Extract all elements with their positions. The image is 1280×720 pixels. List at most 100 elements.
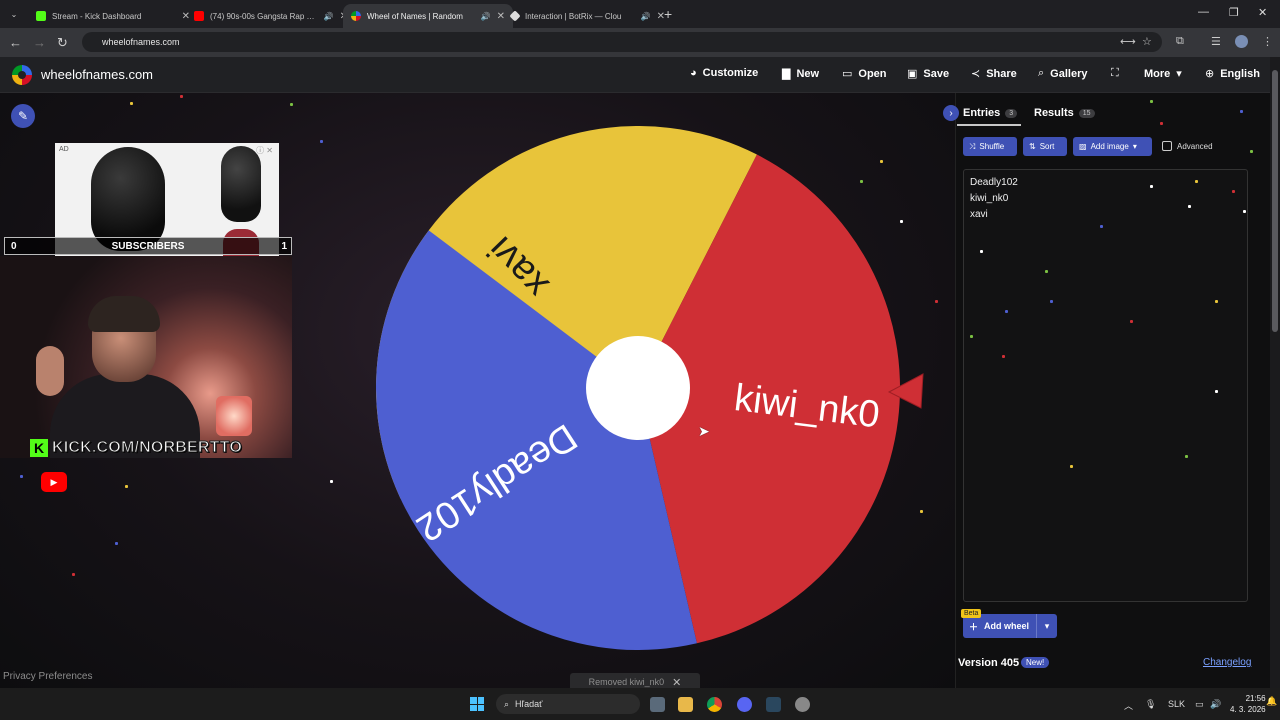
confetti-piece (860, 180, 863, 183)
gaming-mouse-image (91, 147, 165, 251)
confetti-piece (1232, 190, 1235, 193)
entry-line[interactable]: kiwi_nk0 (970, 193, 1008, 204)
new-label: New (796, 67, 820, 80)
confetti-piece (1240, 110, 1243, 113)
sort-button[interactable]: ⇅ Sort (1023, 137, 1067, 156)
share-icon: ≺ (971, 68, 981, 80)
translate-icon[interactable]: ⟷ (1120, 35, 1136, 48)
edit-pencil-icon[interactable]: ✎ (11, 104, 35, 128)
beta-badge: Beta (961, 609, 982, 618)
entries-textarea[interactable] (963, 169, 1248, 602)
address-bar[interactable]: wheelofnames.com (82, 32, 1162, 52)
language-button[interactable]: ⊕ English (1205, 67, 1260, 81)
ad-info-icon[interactable]: ⓘ ✕ (256, 145, 273, 156)
scrollbar-thumb[interactable] (1272, 70, 1278, 332)
share-label: Share (986, 67, 1017, 80)
add-wheel-label: Add wheel (984, 621, 1030, 631)
settings-gear-icon[interactable] (795, 697, 810, 712)
browser-tab-botrix[interactable]: Interaction | BotRix — Clou 🔊 ✕ (503, 4, 673, 28)
shuffle-button[interactable]: ⤨ Shuffle (963, 137, 1017, 156)
speaker-icon[interactable]: 🔊 (324, 12, 334, 21)
confetti-piece (1130, 320, 1133, 323)
task-view-icon[interactable] (650, 697, 665, 712)
back-icon[interactable]: ← (9, 35, 22, 50)
forward-icon[interactable]: → (33, 35, 46, 50)
image-icon: ▨ (1079, 142, 1087, 151)
version-text: Version 405 (958, 657, 1020, 669)
browser-tab-youtube[interactable]: (74) 90s-00s Gangsta Rap Heat 🔊 ✕ (186, 4, 356, 28)
tab-search-icon[interactable]: ⌄ (6, 6, 22, 22)
add-wheel-dropdown-icon[interactable]: ▾ (1036, 614, 1057, 638)
advanced-checkbox[interactable] (1162, 141, 1172, 151)
site-logo-text[interactable]: wheelofnames.com (41, 67, 153, 82)
save-button[interactable]: ▣ Save (907, 67, 949, 81)
tab-results[interactable]: Results 15 (1034, 107, 1095, 119)
changelog-link[interactable]: Changelog (1203, 657, 1251, 668)
confetti-piece (900, 220, 903, 223)
tray-chevron-icon[interactable]: ︿ (1124, 699, 1133, 712)
caret-down-icon: ▾ (1132, 142, 1137, 151)
entry-line[interactable]: Deadly102 (970, 177, 1018, 188)
notification-bell-icon[interactable]: 🔔 (1266, 696, 1277, 707)
browser-menu-icon[interactable]: ⋮ (1262, 35, 1273, 48)
close-toast-icon[interactable]: ✕ (672, 676, 681, 689)
youtube-icon: ▶ (41, 472, 67, 492)
advanced-label[interactable]: Advanced (1177, 142, 1213, 151)
minimize-icon[interactable]: — (1198, 6, 1209, 18)
youtube-favicon-icon (194, 11, 204, 21)
volume-icon[interactable]: 🔊 (1210, 699, 1221, 710)
chrome-icon[interactable] (707, 697, 722, 712)
profile-avatar[interactable] (1235, 35, 1248, 48)
bookmark-star-icon[interactable]: ☆ (1142, 35, 1152, 48)
collapse-panel-icon[interactable]: › (943, 105, 959, 121)
speaker-icon[interactable]: 🔊 (481, 12, 491, 21)
speaker-icon[interactable]: 🔊 (641, 12, 651, 21)
steam-icon[interactable] (766, 697, 781, 712)
confetti-piece (1215, 300, 1218, 303)
customize-button[interactable]: ◕ Customize (690, 67, 758, 79)
open-button[interactable]: ▭ Open (842, 67, 887, 81)
privacy-preferences-link[interactable]: Privacy Preferences (3, 671, 92, 682)
language-indicator[interactable]: SLK (1168, 699, 1185, 709)
confetti-piece (320, 140, 323, 143)
new-button[interactable]: ▇ New (782, 67, 820, 81)
discord-icon[interactable] (737, 697, 752, 712)
share-button[interactable]: ≺ Share (971, 67, 1017, 81)
reading-list-icon[interactable]: ☰ (1211, 35, 1221, 48)
new-tab-icon[interactable]: + (664, 6, 672, 22)
browser-tab-kick[interactable]: Stream - Kick Dashboard ✕ (28, 4, 198, 28)
shuffle-icon: ⤨ (969, 141, 976, 151)
file-explorer-icon[interactable] (678, 697, 693, 712)
fullscreen-button[interactable]: ⛶ (1111, 67, 1119, 80)
windows-start-icon[interactable] (470, 697, 484, 711)
taskbar-clock[interactable]: 21:56 4. 3. 2026 (1230, 693, 1266, 715)
tab-entries[interactable]: Entries 3 (963, 107, 1018, 119)
extensions-icon[interactable]: ⧉ (1176, 35, 1184, 48)
confetti-piece (125, 485, 128, 488)
tab-title: Interaction | BotRix — Clou (525, 11, 622, 21)
wheel-pointer (887, 373, 924, 409)
globe-icon: ⊕ (1205, 68, 1215, 80)
url-text: wheelofnames.com (102, 37, 180, 47)
gallery-button[interactable]: ⌕ Gallery (1038, 67, 1087, 80)
taskbar-search[interactable]: ⌕ Hľadať (496, 694, 640, 714)
windows-taskbar (0, 688, 1280, 720)
language-label: English (1220, 67, 1260, 80)
taskbar-search-text: Hľadať (515, 699, 543, 709)
subscriber-goal-bar: 0 SUBSCRIBERS 1 (4, 237, 292, 255)
microphone-icon[interactable]: 🎙 (1145, 699, 1156, 710)
browser-tab-wheelofnames[interactable]: Wheel of Names | Random 🔊 ✕ (343, 4, 513, 28)
wheel-hub[interactable] (586, 336, 690, 440)
wheel-logo-icon[interactable] (12, 65, 32, 85)
entry-line[interactable]: xavi (970, 209, 988, 220)
add-image-button[interactable]: ▨ Add image ▾ (1073, 137, 1152, 156)
mouse-cursor-icon: ➤ (698, 423, 710, 439)
tab-results-label: Results (1034, 107, 1074, 119)
close-window-icon[interactable]: ✕ (1258, 6, 1267, 19)
more-button[interactable]: More ▾ (1144, 67, 1182, 81)
name-wheel[interactable]: xavikiwi_nk0Deadly102 (376, 126, 900, 650)
restore-icon[interactable]: ❐ (1229, 6, 1239, 19)
network-icon[interactable]: ▭ (1195, 699, 1204, 710)
reload-icon[interactable]: ↻ (57, 35, 68, 51)
caret-down-icon: ▾ (1176, 68, 1182, 80)
